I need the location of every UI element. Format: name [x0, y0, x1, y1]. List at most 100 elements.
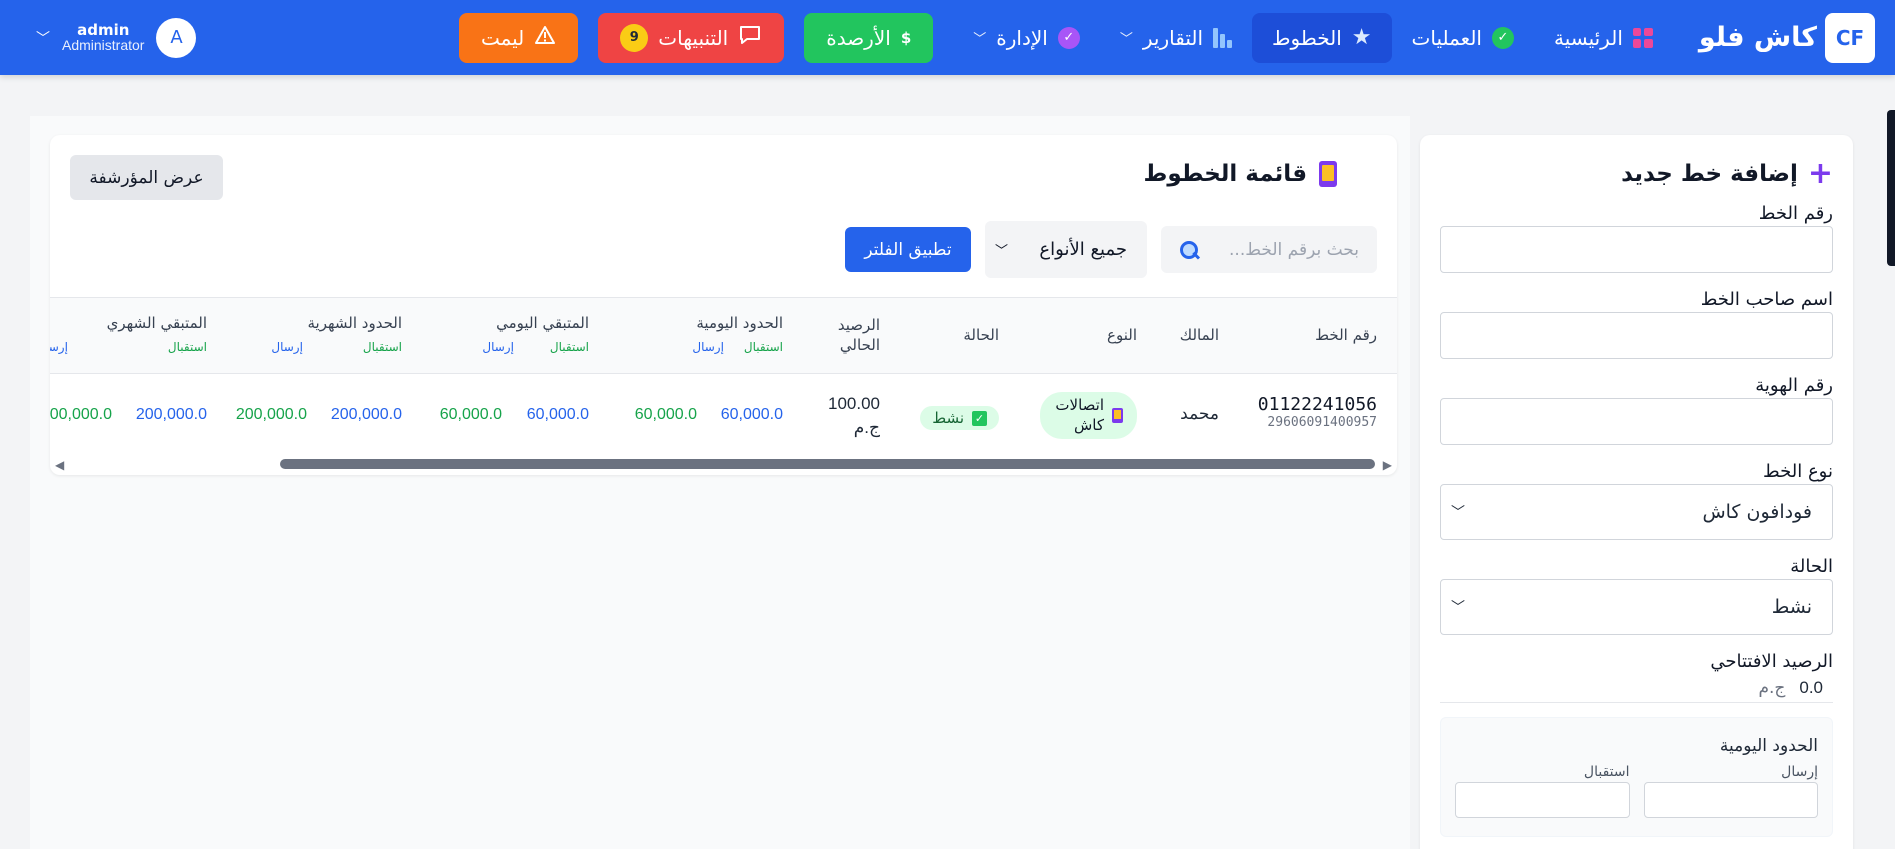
nav-item-operations[interactable]: ✓ العمليات	[1392, 13, 1534, 63]
user-role: Administrator	[62, 37, 145, 54]
brand-name: كاش فلو	[1698, 22, 1817, 53]
cell-monthly-limit-receive: 200,000.0	[235, 406, 307, 423]
cell-status: ✓ نشط	[920, 406, 999, 430]
top-navbar: CF كاش فلو الرئيسية ✓ العمليات ★ الخطوط …	[0, 0, 1895, 75]
line-type-select[interactable]: فودافون كاش ﹀	[1440, 484, 1833, 540]
col-monthly-limits-label: الحدود الشهرية	[307, 314, 402, 332]
nav-item-home[interactable]: الرئيسية	[1534, 13, 1673, 63]
opening-balance-label: الرصيد الافتتاحي	[1710, 651, 1833, 672]
table-header: رقم الخط المالك النوع الحالة الرصيد الحا…	[50, 298, 1397, 374]
search-input[interactable]	[1209, 239, 1359, 260]
scroll-right-arrow-icon[interactable]: ▶	[1383, 458, 1392, 472]
cell-daily-limit-receive: 60,000.0	[634, 406, 697, 423]
currency-label: ج.م	[1758, 678, 1786, 698]
filters-bar: جميع الأنواع ﹀ تطبيق الفلتر	[845, 221, 1377, 278]
opening-balance-value: 0.0	[1799, 678, 1823, 697]
table-row[interactable]: 01122241056 29606091400957 محمد اتصالات …	[50, 374, 1397, 452]
status-select[interactable]: نشط ﹀	[1440, 579, 1833, 635]
id-number-input[interactable]	[1440, 398, 1833, 445]
opening-balance-input[interactable]: 0.0 ج.م	[1440, 674, 1833, 703]
col-daily-remaining: المتبقي اليومي استقبال إرسال	[482, 314, 589, 354]
col-daily-remaining-label: المتبقي اليومي	[496, 314, 589, 332]
limit-button[interactable]: ليمت	[458, 12, 579, 63]
status-value: نشط	[932, 409, 964, 427]
col-daily-limits: الحدود اليومية استقبال إرسال	[692, 314, 783, 354]
col-monthly-remaining-send: إرسال	[50, 340, 68, 354]
daily-receive-label: استقبال	[1583, 764, 1630, 780]
daily-receive-input[interactable]	[1455, 782, 1630, 818]
admin-check-icon: ✓	[1057, 26, 1080, 49]
limit-label: ليمت	[480, 25, 525, 50]
nav-item-home-label: الرئيسية	[1553, 25, 1623, 50]
nav-item-reports-label: التقارير	[1142, 25, 1203, 50]
owner-name-input[interactable]	[1440, 312, 1833, 359]
scroll-left-arrow-icon[interactable]: ◀	[55, 458, 64, 472]
star-icon: ★	[1351, 25, 1372, 50]
list-title-row: قائمة الخطوط	[1143, 161, 1337, 187]
scrollbar-thumb[interactable]	[280, 459, 1375, 469]
type-filter-select[interactable]: جميع الأنواع ﹀	[985, 221, 1147, 278]
form-title: إضافة خط جديد	[1621, 161, 1798, 187]
chevron-down-icon: ﹀	[1451, 505, 1465, 521]
bar-chart-icon	[1213, 27, 1232, 48]
alerts-count-badge: 9	[620, 23, 649, 52]
nav-item-operations-label: العمليات	[1411, 25, 1482, 50]
lines-list-card: قائمة الخطوط عرض المؤرشفة جميع الأنواع ﹀…	[50, 135, 1397, 475]
type-value: اتصالات كاش	[1055, 396, 1104, 434]
cell-owner: محمد	[1180, 404, 1219, 424]
check-box-icon: ✓	[972, 410, 987, 426]
user-name: admin	[77, 20, 130, 39]
col-monthly-remaining: المتبقي الشهري استقبال إرسال	[50, 314, 207, 354]
daily-send-label: إرسال	[1781, 764, 1818, 780]
col-status: الحالة	[963, 326, 999, 344]
owner-name-label: اسم صاحب الخط	[1700, 289, 1833, 310]
status-value: نشط	[1771, 596, 1812, 618]
lines-table: رقم الخط المالك النوع الحالة الرصيد الحا…	[50, 297, 1397, 457]
user-menu[interactable]: A admin Administrator ﹀	[36, 17, 197, 58]
chevron-down-icon: ﹀	[995, 244, 1009, 259]
nav-item-admin[interactable]: ✓ الإدارة ﹀	[953, 13, 1100, 63]
status-label: الحالة	[1790, 556, 1833, 577]
line-number-value: 01122241056	[1257, 394, 1377, 415]
apply-filter-button[interactable]: تطبيق الفلتر	[845, 227, 971, 272]
line-number-input[interactable]	[1440, 226, 1833, 273]
line-type-label: نوع الخط	[1763, 461, 1833, 482]
plus-icon: +	[1807, 156, 1833, 191]
col-owner: المالك	[1179, 326, 1219, 344]
cell-balance: 100.00 ج.م	[828, 394, 880, 437]
col-monthly-limits-receive: استقبال	[362, 340, 402, 354]
col-balance: الرصيد الحالي	[837, 316, 880, 354]
type-badge: اتصالات كاش	[1040, 392, 1137, 439]
daily-send-input[interactable]	[1643, 782, 1818, 818]
form-title-row: + إضافة خط جديد	[1440, 159, 1833, 189]
cell-monthly-remaining-receive: 200,000.0	[50, 406, 112, 423]
warning-icon	[534, 25, 556, 50]
side-panel-tab[interactable]	[1887, 110, 1895, 266]
cell-daily-remaining-send: 60,000.0	[526, 406, 589, 423]
nav-item-lines[interactable]: ★ الخطوط	[1252, 12, 1392, 63]
cell-monthly-remaining-send: 200,000.0	[135, 406, 207, 423]
search-field[interactable]	[1161, 226, 1377, 273]
brand[interactable]: CF كاش فلو	[1698, 12, 1875, 63]
col-daily-limits-receive: استقبال	[743, 340, 783, 354]
daily-limits-section: الحدود اليومية إرسال استقبال	[1440, 717, 1833, 837]
id-number-label: رقم الهوية	[1755, 375, 1833, 396]
line-number-label: رقم الخط	[1758, 203, 1833, 224]
add-line-form: + إضافة خط جديد رقم الخط اسم صاحب الخط ر…	[1420, 135, 1853, 849]
nav-item-reports[interactable]: التقارير ﹀	[1100, 13, 1252, 63]
dashboard-icon	[1632, 27, 1653, 48]
alerts-button[interactable]: التنبيهات 9	[598, 12, 785, 63]
cell-daily-remaining-receive: 60,000.0	[439, 406, 502, 423]
cell-daily-limit-send: 60,000.0	[720, 406, 783, 423]
line-type-value: فودافون كاش	[1702, 501, 1812, 523]
col-daily-limits-send: إرسال	[692, 340, 724, 354]
mobile-phone-icon	[1112, 408, 1123, 423]
mobile-phone-icon	[1319, 161, 1337, 187]
status-badge: ✓ نشط	[920, 406, 999, 430]
col-monthly-limits: الحدود الشهرية استقبال إرسال	[271, 314, 402, 354]
table-horizontal-scrollbar[interactable]: ▶ ◀	[55, 455, 1392, 472]
show-archived-button[interactable]: عرض المؤرشفة	[70, 155, 223, 200]
nav-item-lines-label: الخطوط	[1272, 25, 1342, 50]
balances-label: الأرصدة	[826, 25, 891, 50]
balances-button[interactable]: $ الأرصدة	[804, 12, 934, 63]
